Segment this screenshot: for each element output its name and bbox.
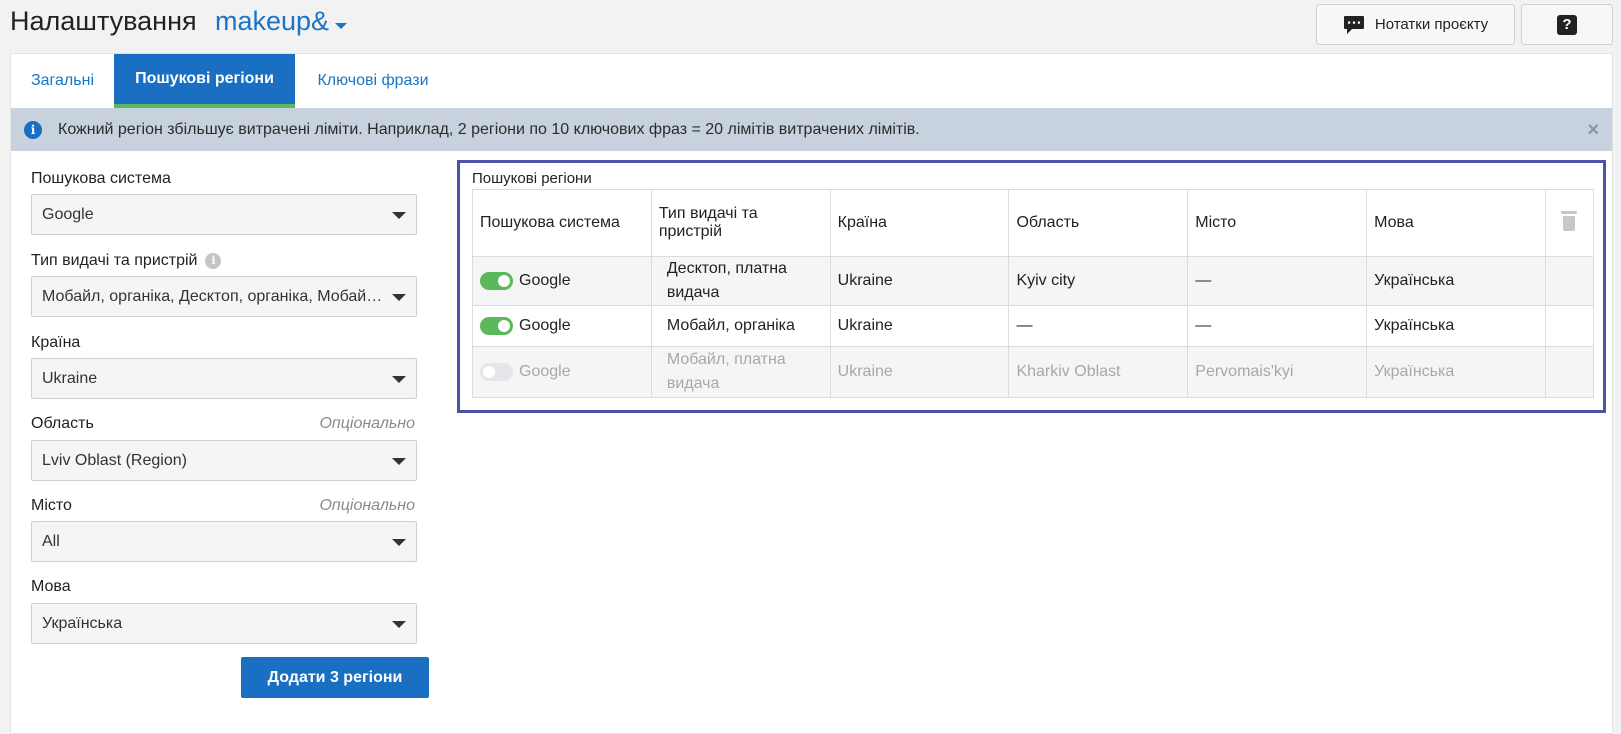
dropdown-caret-icon	[392, 294, 406, 301]
country-cell: Ukraine	[829, 256, 1010, 306]
dropdown-caret-icon	[392, 376, 406, 383]
question-icon: ?	[1557, 14, 1577, 35]
table-row: Google Мобайл, органіка Ukraine — — Укра…	[472, 305, 1595, 347]
add-regions-button[interactable]: Додати 3 регіони	[241, 657, 429, 698]
table-row: Google Десктоп, платна видача Ukraine Ky…	[472, 256, 1595, 306]
settings-panel: Загальні Пошукові регіони Ключові фрази …	[10, 53, 1613, 734]
dropdown-caret-icon	[392, 458, 406, 465]
language-select[interactable]: Українська	[31, 603, 417, 644]
tab-bar: Загальні Пошукові регіони Ключові фрази	[11, 54, 1612, 108]
region-cell: Kharkiv Oblast	[1008, 346, 1189, 398]
header-language: Мова	[1366, 189, 1546, 257]
serp-cell: Мобайл, платна видача	[650, 346, 831, 398]
language-cell: Українська	[1366, 256, 1546, 306]
serp-cell: Десктоп, платна видача	[650, 256, 831, 306]
enable-toggle[interactable]	[480, 271, 513, 290]
table-row: Google Мобайл, платна видача Ukraine Kha…	[472, 346, 1595, 398]
project-selector[interactable]: makeup&	[215, 6, 329, 37]
city-value: All	[42, 532, 60, 550]
enable-toggle[interactable]	[480, 362, 513, 381]
country-label: Країна	[31, 334, 81, 351]
delete-cell	[1544, 346, 1595, 398]
comment-icon	[1343, 15, 1364, 34]
country-value: Ukraine	[42, 369, 98, 387]
table-header-row: Пошукова система Тип видачі та пристрій …	[472, 189, 1595, 257]
engine-cell: Google	[472, 346, 652, 398]
engine-value: Google	[519, 363, 571, 380]
serp-cell: Мобайл, органіка	[650, 305, 831, 347]
delete-cell	[1544, 256, 1595, 306]
search-regions-title: Пошукові регіони	[472, 170, 592, 187]
search-regions-box: Пошукові регіони Пошукова система Тип ви…	[457, 160, 1606, 413]
alert-text: Кожний регіон збільшує витрачені ліміти.…	[58, 120, 920, 138]
info-icon[interactable]: i	[205, 252, 222, 269]
serp-value: Десктоп, платна видача	[666, 260, 787, 301]
page-title: Налаштування	[10, 6, 197, 36]
header-serp: Тип видачі та пристрій	[650, 189, 831, 257]
country-select[interactable]: Ukraine	[31, 358, 417, 399]
search-engine-label: Пошукова система	[31, 170, 171, 187]
dropdown-caret-icon	[392, 212, 406, 219]
trash-icon[interactable]	[1561, 210, 1578, 231]
city-select[interactable]: All	[31, 521, 417, 562]
city-optional-hint: Опціонально	[319, 497, 415, 514]
language-label: Мова	[31, 578, 71, 595]
search-engine-value: Google	[42, 205, 94, 223]
region-label: Область	[31, 415, 94, 432]
project-notes-button[interactable]: Нотатки проєкту	[1316, 4, 1515, 45]
region-cell: Kyiv city	[1008, 256, 1189, 306]
engine-value: Google	[519, 272, 571, 289]
tab-general[interactable]: Загальні	[11, 54, 114, 108]
serp-value: Мобайл, органіка	[666, 317, 795, 334]
engine-cell: Google	[472, 256, 652, 306]
regions-table: Пошукова система Тип видачі та пристрій …	[472, 189, 1595, 398]
info-icon: i	[24, 120, 42, 139]
engine-cell: Google	[472, 305, 652, 347]
delete-cell	[1544, 305, 1595, 347]
search-engine-select[interactable]: Google	[31, 194, 417, 235]
language-cell: Українська	[1366, 305, 1546, 347]
language-cell: Українська	[1366, 346, 1546, 398]
serp-value: Мобайл, платна видача	[666, 351, 786, 392]
header-region: Область	[1008, 189, 1189, 257]
project-notes-label: Нотатки проєкту	[1374, 16, 1489, 33]
serp-device-value: Мобайл, органіка, Десктоп, органіка, Моб…	[42, 287, 387, 305]
dropdown-caret-icon	[392, 621, 406, 628]
enable-toggle[interactable]	[480, 316, 513, 335]
city-cell: —	[1187, 256, 1368, 306]
tab-keywords[interactable]: Ключові фрази	[295, 54, 451, 108]
city-cell: Pervomais'kyi	[1187, 346, 1368, 398]
tab-search-regions[interactable]: Пошукові регіони	[114, 54, 295, 108]
city-label: Місто	[31, 497, 72, 514]
region-value: Lviv Oblast (Region)	[42, 451, 187, 469]
country-cell: Ukraine	[829, 346, 1010, 398]
serp-device-label-row: Тип видачі та пристрій i	[31, 252, 222, 270]
header-country: Країна	[829, 189, 1010, 257]
close-icon[interactable]: ×	[1587, 119, 1599, 142]
serp-device-label: Тип видачі та пристрій	[31, 252, 198, 269]
country-cell: Ukraine	[829, 305, 1010, 347]
help-button[interactable]: ?	[1521, 4, 1613, 45]
language-value: Українська	[42, 614, 123, 632]
city-cell: —	[1187, 305, 1368, 347]
region-select[interactable]: Lviv Oblast (Region)	[31, 440, 417, 481]
header-city: Місто	[1187, 189, 1368, 257]
info-alert: i Кожний регіон збільшує витрачені ліміт…	[11, 108, 1612, 151]
region-cell: —	[1008, 305, 1189, 347]
chevron-down-icon[interactable]	[335, 23, 347, 29]
engine-value: Google	[519, 317, 571, 334]
header-engine: Пошукова система	[472, 189, 652, 257]
dropdown-caret-icon	[392, 539, 406, 546]
serp-device-select[interactable]: Мобайл, органіка, Десктоп, органіка, Моб…	[31, 276, 417, 317]
region-optional-hint: Опціонально	[319, 415, 415, 432]
header-delete[interactable]	[1544, 189, 1595, 257]
